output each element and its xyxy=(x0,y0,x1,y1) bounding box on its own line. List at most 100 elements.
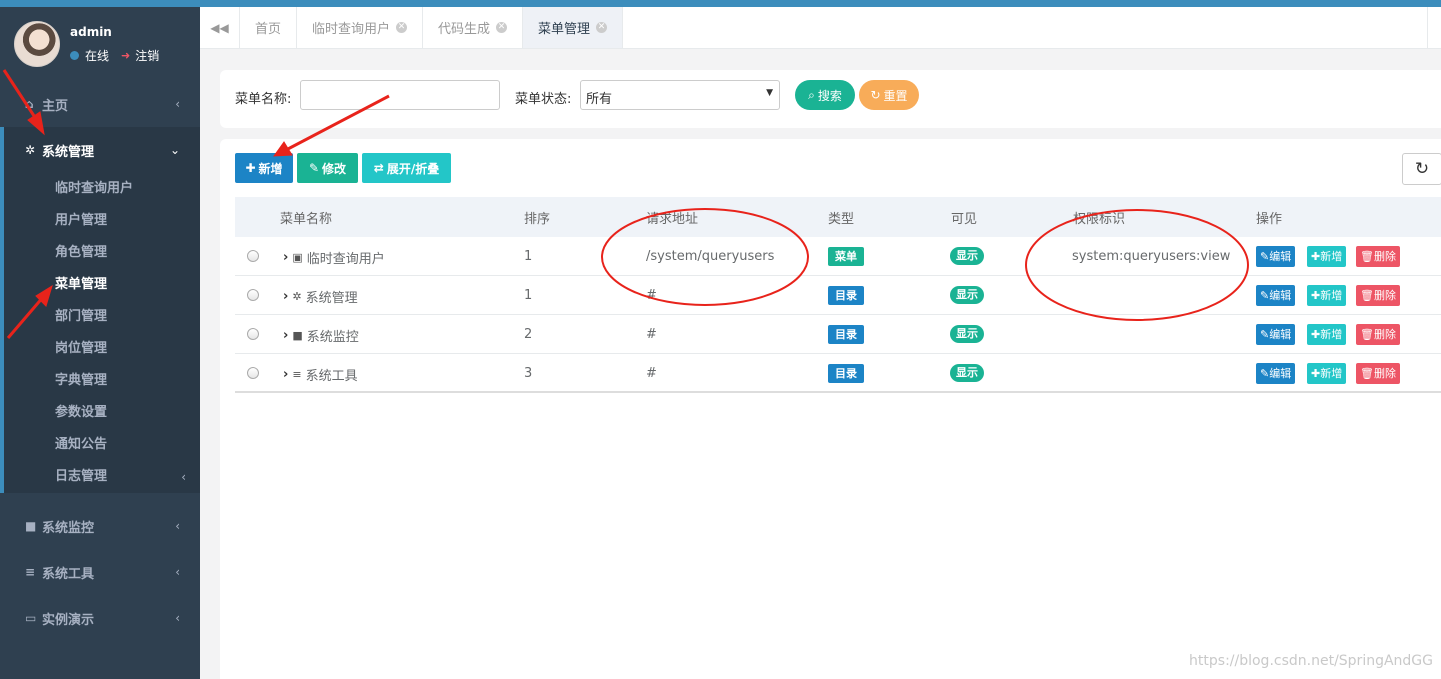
add-button[interactable]: ✚ 新增 xyxy=(235,153,293,183)
sidebar-item-log[interactable]: 日志管理 ‹ xyxy=(4,461,200,493)
tab-home[interactable]: 首页 xyxy=(240,7,298,48)
row-add-button[interactable]: ✚新增 xyxy=(1307,363,1347,384)
menu-name-input[interactable] xyxy=(300,80,500,110)
logout-icon[interactable]: ➜ xyxy=(121,49,130,62)
row-edit-label: 编辑 xyxy=(1269,367,1292,380)
add-button-label: 新增 xyxy=(258,161,283,176)
row-add-button[interactable]: ✚新增 xyxy=(1307,285,1347,306)
edit-icon: ✎ xyxy=(1260,328,1270,341)
chevron-right-icon[interactable]: › xyxy=(283,328,288,343)
edit-icon: ✎ xyxy=(1260,289,1270,302)
chevron-right-icon[interactable]: › xyxy=(283,289,288,304)
sidebar: admin 在线 ➜ 注销 ⌂ 主页 ‹ ✲ 系统管理 ⌄ 临时查询用户 用户管… xyxy=(0,7,200,679)
row-visible-badge: 显示 xyxy=(950,286,984,304)
row-delete-button[interactable]: 🗑删除 xyxy=(1356,324,1400,345)
sidebar-item-config[interactable]: 参数设置 xyxy=(4,397,200,429)
tab-label: 首页 xyxy=(255,22,282,37)
row-radio[interactable] xyxy=(247,250,259,262)
table-row[interactable]: › ✲ 系统管理 1 # 目录 显示 ✎编辑 ✚新增 🗑删除 xyxy=(235,276,1441,315)
caret-down-icon: ▼ xyxy=(766,88,773,98)
table-row[interactable]: › ≡ 系统工具 3 # 目录 显示 ✎编辑 ✚新增 🗑删除 xyxy=(235,354,1441,393)
edit-icon: ✎ xyxy=(1260,367,1270,380)
search-button-label: 搜索 xyxy=(817,88,842,103)
col-actions: 操作 xyxy=(1256,211,1283,227)
table-row[interactable]: › ■ 系统监控 2 # 目录 显示 ✎编辑 ✚新增 🗑删除 xyxy=(235,315,1441,354)
row-radio[interactable] xyxy=(247,328,259,340)
row-add-button[interactable]: ✚新增 xyxy=(1307,246,1347,267)
chevron-right-icon[interactable]: › xyxy=(283,250,288,265)
refresh-table-button[interactable]: ↻ xyxy=(1402,153,1441,185)
sidebar-item-users[interactable]: 用户管理 xyxy=(4,205,200,237)
trash-icon: 🗑 xyxy=(1360,289,1374,302)
sidebar-item-dict[interactable]: 字典管理 xyxy=(4,365,200,397)
expand-button-label: 展开/折叠 xyxy=(386,161,440,176)
nav-system[interactable]: ✲ 系统管理 ⌄ xyxy=(4,127,200,173)
table-body: › ▣ 临时查询用户 1 /system/queryusers 菜单 显示 sy… xyxy=(235,237,1441,393)
row-edit-label: 编辑 xyxy=(1269,289,1292,302)
watermark: https://blog.csdn.net/SpringAndGG xyxy=(1189,653,1433,669)
close-icon[interactable]: ✕ xyxy=(396,22,408,33)
row-add-button[interactable]: ✚新增 xyxy=(1307,324,1347,345)
logout-link[interactable]: 注销 xyxy=(135,47,159,64)
tabs-scroll-right[interactable] xyxy=(1427,7,1441,48)
row-add-label: 新增 xyxy=(1320,289,1343,302)
row-radio[interactable] xyxy=(247,367,259,379)
tab-queryusers[interactable]: 临时查询用户 ✕ xyxy=(297,7,424,48)
bars-icon: ≡ xyxy=(292,368,302,381)
row-edit-button[interactable]: ✎编辑 xyxy=(1256,285,1296,306)
chevron-right-icon[interactable]: › xyxy=(283,367,288,382)
nav-demo[interactable]: ▭ 实例演示 ‹ xyxy=(0,595,200,641)
row-name-cell: › ≡ 系统工具 xyxy=(283,365,358,384)
row-url: # xyxy=(646,288,657,303)
chevron-left-icon: ‹ xyxy=(181,470,186,484)
reset-button[interactable]: ↻ 重置 xyxy=(859,80,919,110)
nav-tools-label: 系统工具 xyxy=(42,566,95,582)
row-delete-button[interactable]: 🗑删除 xyxy=(1356,363,1400,384)
row-edit-button[interactable]: ✎编辑 xyxy=(1256,324,1296,345)
avatar[interactable] xyxy=(14,21,60,67)
row-delete-button[interactable]: 🗑删除 xyxy=(1356,246,1400,267)
nav-home[interactable]: ⌂ 主页 ‹ xyxy=(0,81,200,127)
chevron-left-icon: ‹ xyxy=(175,97,180,111)
menu-status-select[interactable]: 所有 ▼ xyxy=(580,80,780,110)
row-delete-button[interactable]: 🗑删除 xyxy=(1356,285,1400,306)
sidebar-item-notice[interactable]: 通知公告 xyxy=(4,429,200,461)
tab-menus[interactable]: 菜单管理 ✕ xyxy=(523,7,624,48)
chevron-down-icon: ⌄ xyxy=(169,143,180,157)
row-edit-label: 编辑 xyxy=(1269,328,1292,341)
edit-icon: ✎ xyxy=(308,161,320,175)
close-icon[interactable]: ✕ xyxy=(496,22,508,33)
col-url: 请求地址 xyxy=(646,211,699,227)
tabs-scroll-left-icon[interactable]: ◀◀ xyxy=(200,7,240,48)
row-url: # xyxy=(646,366,657,381)
plus-icon: ✚ xyxy=(1311,328,1321,341)
trash-icon: 🗑 xyxy=(1360,328,1374,341)
sidebar-item-menus[interactable]: 菜单管理 xyxy=(4,269,200,301)
home-icon: ⌂ xyxy=(25,97,34,111)
row-type-badge: 目录 xyxy=(828,325,864,344)
row-edit-button[interactable]: ✎编辑 xyxy=(1256,246,1296,267)
gear-icon: ✲ xyxy=(292,290,302,303)
edit-button[interactable]: ✎ 修改 xyxy=(297,153,358,183)
tab-label: 临时查询用户 xyxy=(312,22,391,37)
tab-codegen[interactable]: 代码生成 ✕ xyxy=(423,7,524,48)
nav-tools[interactable]: ≡ 系统工具 ‹ xyxy=(0,549,200,595)
sidebar-item-roles[interactable]: 角色管理 xyxy=(4,237,200,269)
edit-icon: ✎ xyxy=(1260,250,1270,263)
row-edit-button[interactable]: ✎编辑 xyxy=(1256,363,1296,384)
search-button[interactable]: ⌕ 搜索 xyxy=(795,80,855,110)
nav-monitor[interactable]: ■ 系统监控 ‹ xyxy=(0,503,200,549)
row-add-label: 新增 xyxy=(1320,250,1343,263)
sidebar-item-queryusers[interactable]: 临时查询用户 xyxy=(4,173,200,205)
refresh-icon: ↻ xyxy=(1414,159,1430,179)
table-header: 菜单名称 排序 请求地址 类型 可见 权限标识 操作 xyxy=(235,197,1441,237)
table-row[interactable]: › ▣ 临时查询用户 1 /system/queryusers 菜单 显示 sy… xyxy=(235,237,1441,276)
sidebar-item-depts[interactable]: 部门管理 xyxy=(4,301,200,333)
close-icon[interactable]: ✕ xyxy=(596,22,608,33)
row-name: 系统管理 xyxy=(305,291,358,306)
col-order: 排序 xyxy=(524,211,551,227)
expand-collapse-button[interactable]: ⇄ 展开/折叠 xyxy=(362,153,451,183)
sidebar-item-posts[interactable]: 岗位管理 xyxy=(4,333,200,365)
nav-demo-label: 实例演示 xyxy=(42,612,95,628)
row-radio[interactable] xyxy=(247,289,259,301)
